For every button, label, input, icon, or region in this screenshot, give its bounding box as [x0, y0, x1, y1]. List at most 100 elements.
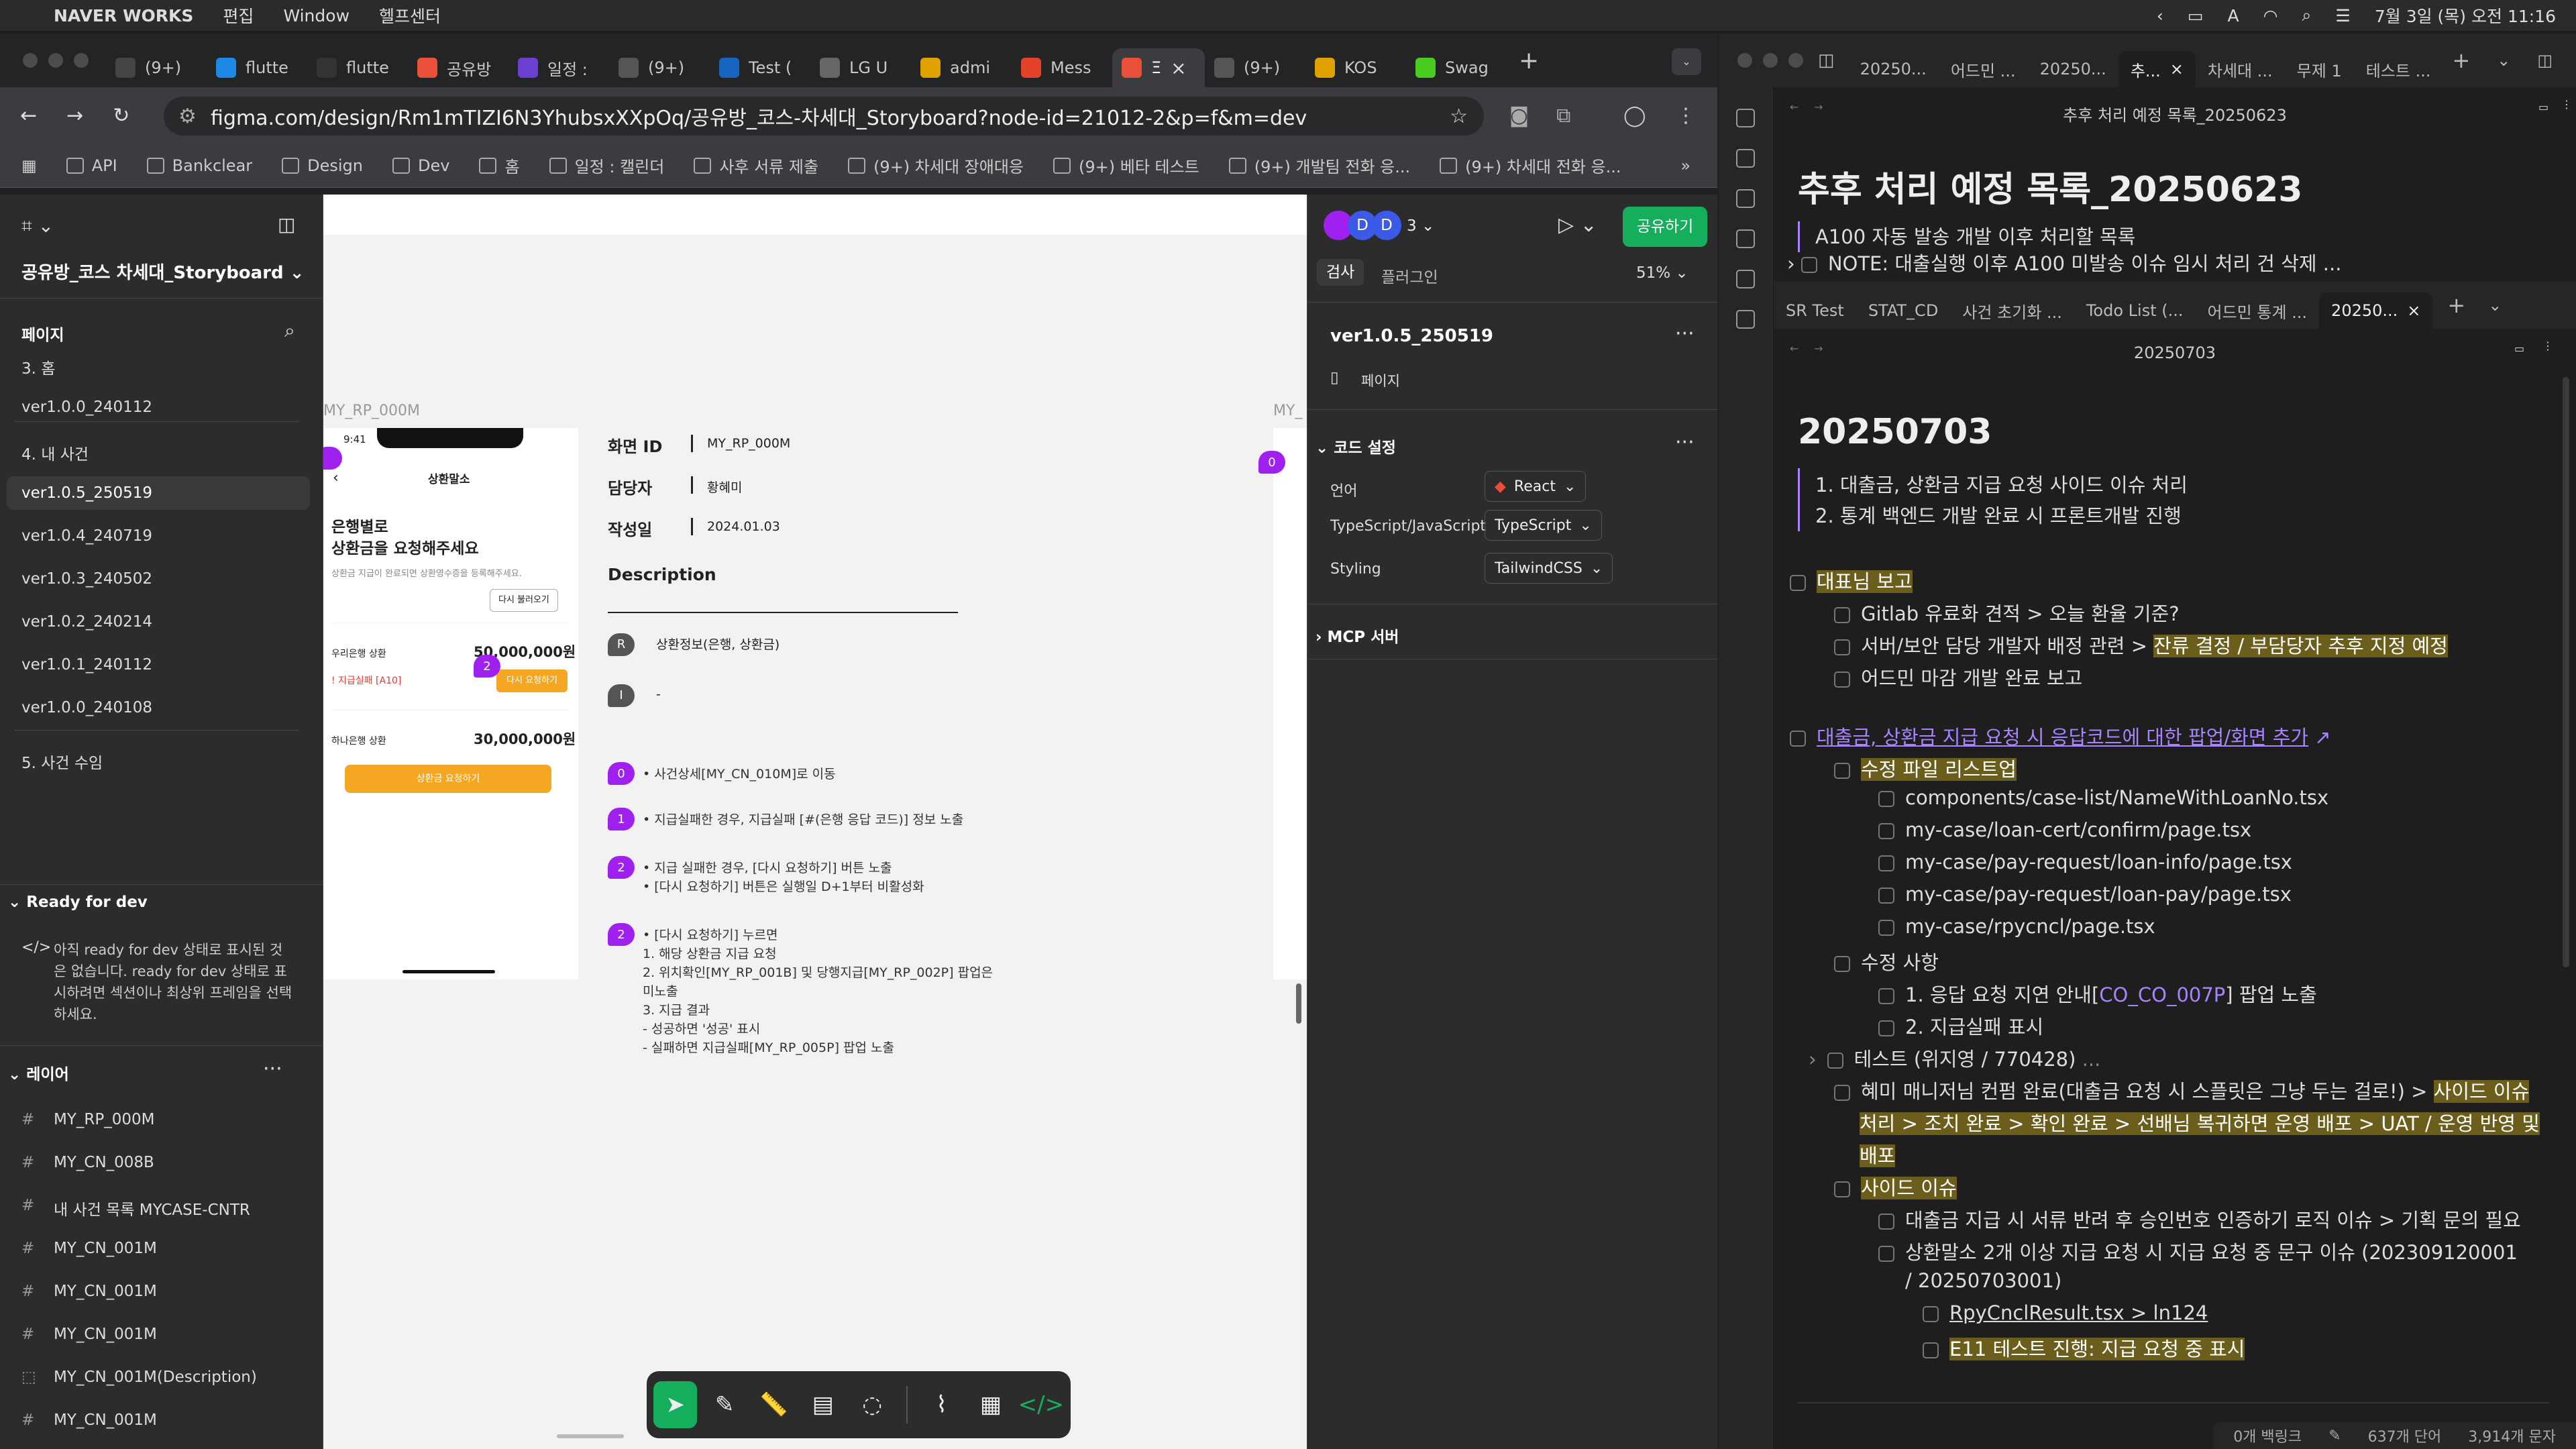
checkbox[interactable] — [1834, 607, 1850, 623]
browser-tab[interactable]: (9+) — [1205, 48, 1305, 87]
note-badge[interactable]: 0 — [608, 762, 635, 785]
comment-tool-icon[interactable]: ▤ — [801, 1381, 845, 1428]
terminal-icon[interactable] — [1735, 310, 1755, 329]
phone-frame[interactable]: 9:41 ‹ 상환말소 은행별로 상환금을 요청해주세요 상환금 지급이 완료되… — [323, 428, 578, 979]
close-tab-icon[interactable]: × — [2170, 60, 2184, 78]
avatar-d2[interactable]: D — [1372, 211, 1401, 240]
checkbox[interactable] — [1878, 920, 1894, 936]
browser-tab[interactable]: flutte — [307, 48, 408, 87]
sidebar-toggle-icon[interactable]: ◫ — [278, 213, 295, 235]
checkbox[interactable] — [1834, 956, 1850, 972]
note-tab[interactable]: 차세대 ... — [2196, 51, 2285, 87]
browser-tab[interactable]: Mess — [1012, 48, 1112, 87]
checkbox[interactable] — [1834, 1085, 1850, 1101]
minimize-window-button[interactable] — [48, 53, 63, 68]
note-tab[interactable]: STAT_CD — [1856, 292, 1950, 329]
request-button[interactable]: 상환금 요청하기 — [345, 765, 551, 793]
close-tab-icon[interactable]: × — [2407, 301, 2420, 320]
bookmark-item[interactable]: Design — [282, 156, 363, 175]
reading-mode-icon[interactable]: ▭ — [2538, 101, 2548, 113]
note-badge[interactable]: 2 — [608, 923, 635, 946]
browser-tab[interactable]: Test ( — [710, 48, 810, 87]
bookmark-item[interactable]: (9+) 차세대 전화 응... — [1440, 154, 1621, 177]
apps-grid-icon[interactable]: ▦ — [21, 156, 37, 175]
share-button[interactable]: 공유하기 — [1623, 207, 1707, 247]
reload-button[interactable]: 다시 불러오기 — [490, 589, 558, 612]
file-name[interactable]: 공유방_코스 차세대_Storyboard ⌄ — [21, 259, 305, 284]
checkbox[interactable] — [1834, 639, 1850, 655]
menubar-item-edit[interactable]: 편집 — [223, 3, 254, 28]
avatar-count[interactable]: 3 ⌄ — [1407, 217, 1434, 235]
next-frame[interactable] — [1273, 428, 1307, 979]
more-options-icon[interactable]: ··· — [1675, 322, 1695, 345]
layer-item[interactable]: MY_CN_001M — [54, 1411, 157, 1429]
reload-icon[interactable]: ↻ — [113, 104, 129, 127]
comment-badge-right[interactable]: 0 — [1258, 451, 1285, 474]
tab-inspect[interactable]: 검사 — [1317, 259, 1364, 286]
checkbox[interactable] — [1790, 731, 1806, 747]
checkbox[interactable] — [1878, 791, 1894, 807]
draw-tool-icon[interactable]: ⌇ — [920, 1381, 963, 1428]
note-scrollbar[interactable] — [2563, 377, 2569, 967]
page-item[interactable]: 4. 내 사건 — [21, 441, 89, 464]
chevron-left-icon[interactable]: ‹ — [2157, 6, 2163, 25]
layer-item[interactable]: MY_CN_008B — [54, 1154, 154, 1171]
tab-plugins[interactable]: 플러그인 — [1381, 264, 1438, 287]
tab-list-icon-2[interactable]: ⌄ — [2488, 296, 2502, 315]
layer-item[interactable]: MY_CN_001M — [54, 1283, 157, 1300]
checkbox[interactable] — [1834, 672, 1850, 688]
page-item[interactable]: ver1.0.0_240112 — [21, 398, 152, 416]
extensions-icon[interactable]: ⧉ — [1556, 104, 1570, 127]
bookmark-item[interactable]: (9+) 차세대 장애대응 — [848, 154, 1024, 177]
checkbox[interactable] — [1878, 888, 1894, 904]
bookmark-item[interactable]: API — [66, 156, 117, 175]
reading-mode-icon-2[interactable]: ▭ — [2514, 342, 2524, 355]
bookmark-item[interactable]: Dev — [392, 156, 449, 175]
templates-icon[interactable] — [1735, 270, 1755, 288]
checkbox[interactable] — [1878, 988, 1894, 1004]
menubar-app-name[interactable]: NAVER WORKS — [54, 6, 193, 25]
checkbox[interactable] — [1878, 1020, 1894, 1036]
menubar-clock[interactable]: 7월 3일 (목) 오전 11:16 — [2375, 3, 2556, 28]
checkbox[interactable] — [1923, 1342, 1939, 1358]
dev-mode-icon[interactable]: </> — [1018, 1381, 1064, 1428]
back-icon[interactable]: ‹ — [333, 470, 339, 486]
bookmark-item[interactable]: 사후 서류 제출 — [694, 154, 818, 177]
bookmark-item[interactable]: (9+) 베타 테스트 — [1053, 154, 1199, 177]
more-options-icon[interactable]: ⋮ — [2561, 98, 2572, 111]
comment-badge-2[interactable]: 2 — [474, 655, 500, 678]
figma-menu-icon[interactable]: ⌗ ⌄ — [21, 215, 54, 237]
forward-icon[interactable]: → — [66, 104, 83, 127]
ready-for-dev-title[interactable]: ⌄ Ready for dev — [8, 894, 148, 911]
play-icon[interactable]: ▷ ⌄ — [1558, 213, 1597, 237]
styling-select[interactable]: TailwindCSS ⌄ — [1485, 553, 1613, 584]
grid-tool-icon[interactable]: ▦ — [969, 1381, 1012, 1428]
input-method-icon[interactable]: A — [2227, 6, 2239, 25]
camera-icon[interactable]: ◙ — [1509, 104, 1529, 127]
browser-tab[interactable]: KOS — [1305, 48, 1406, 87]
browser-tab[interactable]: 일정 : — [508, 48, 609, 87]
menubar-item-help[interactable]: 헬프센터 — [379, 3, 441, 28]
tab-search-button[interactable]: ⌄ — [1672, 48, 1701, 75]
canvas-scrollbar[interactable] — [1296, 983, 1301, 1024]
pen-tool-icon[interactable]: ✎ — [702, 1381, 746, 1428]
more-options-icon-2[interactable]: ··· — [1675, 431, 1695, 454]
browser-tab[interactable]: (9+) — [609, 48, 710, 87]
page-item[interactable]: 3. 홈 — [21, 356, 55, 378]
right-sidebar-icon[interactable]: ◫ — [2537, 51, 2553, 70]
measure-tool-icon[interactable]: 📏 — [752, 1381, 796, 1428]
note-tab[interactable]: 무제 1 — [2285, 51, 2354, 87]
url-input[interactable]: ⚙ figma.com/design/Rm1mTIZI6N3YhubsxXXpO… — [164, 97, 1484, 136]
sidebar-toggle-icon[interactable]: ◫ — [1818, 50, 1835, 70]
new-tab-button[interactable]: + — [2452, 48, 2470, 73]
browser-tab[interactable]: flutte — [207, 48, 307, 87]
checkbox[interactable] — [1878, 823, 1894, 839]
battery-icon[interactable]: ▭ — [2188, 6, 2204, 25]
frame-label[interactable]: MY_RP_000M — [323, 402, 420, 419]
browser-tab[interactable]: 공유방 — [408, 48, 508, 87]
back-icon[interactable]: ← — [20, 104, 37, 127]
more-options-icon-2[interactable]: ⋮ — [2542, 339, 2553, 352]
page-item[interactable]: ver1.0.1_240112 — [21, 656, 152, 674]
checkbox[interactable] — [1827, 1053, 1843, 1069]
new-tab-button-2[interactable]: + — [2447, 292, 2465, 318]
